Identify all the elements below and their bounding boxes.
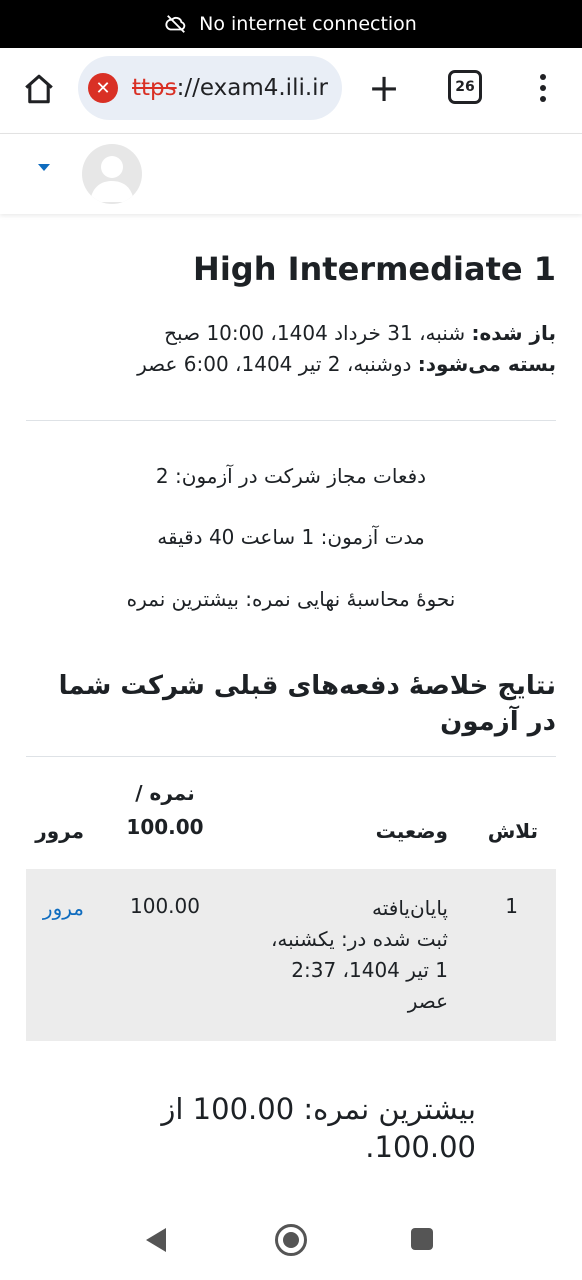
state-submitted: ثبت شده در: یکشنبه،: [270, 927, 448, 951]
new-tab-button[interactable]: +: [364, 68, 404, 108]
state-status: پایان‌یافته: [372, 896, 448, 920]
tab-switcher-button[interactable]: 26: [448, 70, 482, 104]
user-silhouette-icon: [90, 156, 134, 202]
header-review: مرور: [35, 819, 84, 843]
back-icon[interactable]: [146, 1228, 166, 1252]
header-grade: نمره / 100.00: [120, 781, 210, 839]
status-message: No internet connection: [199, 13, 417, 35]
review-link[interactable]: مرور: [43, 893, 84, 924]
system-navigation-bar: [0, 1200, 582, 1280]
header-grade-line1: نمره /: [135, 781, 195, 805]
home-circle-icon[interactable]: [275, 1224, 307, 1256]
browser-toolbar: ✕ ttps://exam4.ili.ir + 26: [0, 48, 582, 134]
more-vert-icon-dot: [540, 85, 546, 91]
plus-icon: +: [368, 66, 400, 110]
closes-value: دوشنبه، 2 تیر 1404، 6:00 عصر: [137, 352, 412, 376]
state-date: 1 تیر 1404، 2:37: [291, 958, 448, 982]
quiz-title: High Intermediate 1: [193, 250, 556, 288]
cloud-off-icon: [165, 15, 186, 33]
address-bar[interactable]: ✕ ttps://exam4.ili.ir: [78, 56, 342, 120]
closes-line: بسته می‌شود: دوشنبه، 2 تیر 1404، 6:00 عص…: [26, 349, 556, 380]
divider: [26, 420, 556, 421]
table-row: 1 پایان‌یافته ثبت شده در: یکشنبه، 1 تیر …: [26, 869, 556, 1041]
recent-apps-icon[interactable]: [411, 1228, 433, 1250]
summary-heading: نتایج خلاصهٔ دفعه‌های قبلی شرکت شما در آ…: [58, 671, 556, 737]
home-button[interactable]: [18, 68, 60, 110]
security-error-icon[interactable]: ✕: [88, 73, 118, 103]
user-avatar[interactable]: [82, 144, 142, 204]
quiz-dates: باز شده: شنبه، 31 خرداد 1404، 10:00 صبح …: [26, 318, 556, 380]
attempt-state: پایان‌یافته ثبت شده در: یکشنبه، 1 تیر 14…: [268, 893, 448, 1017]
attempts-table: تلاش وضعیت نمره / 100.00 مرور 1 پایان‌یا…: [26, 756, 556, 1041]
state-time: عصر: [407, 989, 448, 1013]
more-vert-icon-dot: [540, 96, 546, 102]
url-text: ttps://exam4.ili.ir: [132, 75, 328, 101]
browser-menu-button[interactable]: [530, 66, 556, 110]
attempt-grade: 100.00: [130, 894, 200, 918]
header-attempt: تلاش: [487, 819, 538, 843]
url-scheme: ttps: [132, 75, 177, 101]
best-grade: بیشترین نمره: 100.00 از 100.00.: [161, 1092, 476, 1164]
time-limit: مدت آزمون: 1 ساعت 40 دقیقه: [157, 525, 425, 549]
header-state: وضعیت: [375, 819, 448, 843]
grading-method: نحوهٔ محاسبهٔ نهایی نمره: بیشترین نمره: [126, 587, 456, 611]
site-navbar: [0, 134, 582, 214]
url-host: ://exam4.ili.ir: [176, 75, 329, 101]
attempts-allowed: دفعات مجاز شرکت در آزمون: 2: [155, 464, 427, 488]
user-menu-caret-icon[interactable]: [38, 164, 50, 171]
closes-label: بسته می‌شود:: [417, 352, 556, 376]
more-vert-icon: [540, 74, 546, 80]
status-bar: No internet connection: [0, 0, 582, 48]
home-icon: [25, 74, 53, 104]
tab-count: 26: [455, 79, 475, 95]
attempt-number: 1: [505, 894, 518, 918]
opened-line: باز شده: شنبه، 31 خرداد 1404، 10:00 صبح: [26, 318, 556, 349]
opened-value: شنبه، 31 خرداد 1404، 10:00 صبح: [164, 321, 466, 345]
opened-label: باز شده:: [471, 321, 556, 345]
header-grade-line2: 100.00: [126, 815, 204, 839]
